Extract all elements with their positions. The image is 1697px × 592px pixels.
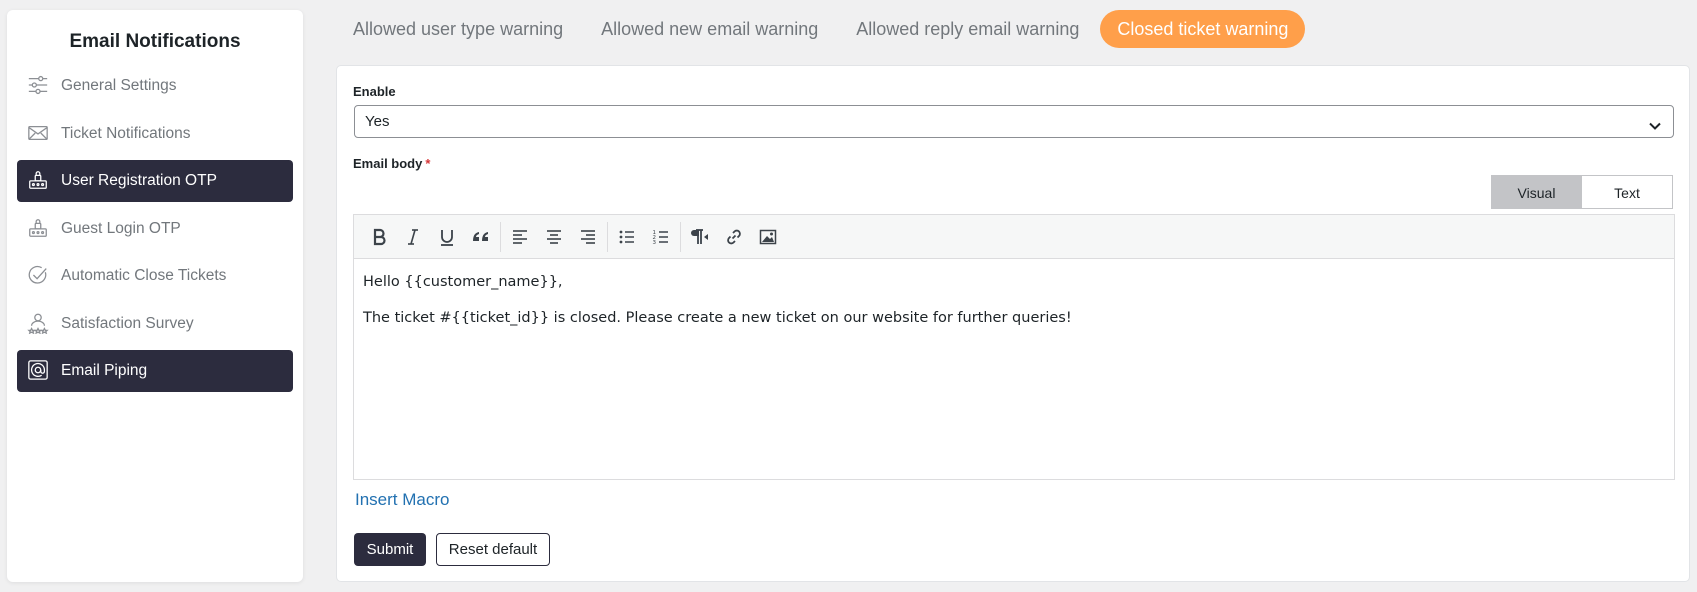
underline-icon[interactable] xyxy=(430,220,464,254)
italic-icon[interactable] xyxy=(396,220,430,254)
sidebar-item-user-registration-otp[interactable]: User Registration OTP xyxy=(17,160,293,202)
required-mark: * xyxy=(425,156,431,171)
sidebar: Email Notifications General Settings Tic… xyxy=(7,10,303,582)
body-line-greeting: Hello {{customer_name}}, xyxy=(363,274,563,290)
toolbar-divider xyxy=(680,221,681,252)
warning-tabs: Allowed user type warning Allowed new em… xyxy=(338,10,1309,48)
sidebar-item-label: Guest Login OTP xyxy=(61,219,181,237)
paragraph-rtl-icon[interactable] xyxy=(683,220,717,254)
align-right-icon[interactable] xyxy=(571,220,605,254)
tab-allowed-reply-email-warning[interactable]: Allowed reply email warning xyxy=(839,10,1096,48)
chevron-down-icon xyxy=(1647,114,1663,130)
tab-visual[interactable]: Visual xyxy=(1491,175,1582,209)
sidebar-item-label: Email Piping xyxy=(61,362,148,379)
sidebar-title: Email Notifications xyxy=(69,31,241,52)
tab-text[interactable]: Text xyxy=(1582,175,1673,209)
otp-icon xyxy=(27,217,51,241)
editor-toolbar: 123 xyxy=(354,215,1674,259)
sidebar-item-label: User Registration OTP xyxy=(61,172,217,189)
sidebar-item-ticket-notifications[interactable]: Ticket Notifications xyxy=(17,113,293,155)
submit-button[interactable]: Submit xyxy=(354,533,426,566)
blockquote-icon[interactable] xyxy=(464,220,498,254)
sidebar-menu: General Settings Ticket Notifications Us… xyxy=(7,65,303,392)
sliders-icon xyxy=(27,74,51,98)
enable-select[interactable]: Yes xyxy=(354,105,1674,138)
email-body-label: Email body * xyxy=(353,156,431,171)
tab-closed-ticket-warning[interactable]: Closed ticket warning xyxy=(1100,10,1306,48)
align-center-icon[interactable] xyxy=(537,220,571,254)
sidebar-item-label: Ticket Notifications xyxy=(61,124,191,142)
tab-allowed-user-type-warning[interactable]: Allowed user type warning xyxy=(338,10,580,48)
at-sign-icon xyxy=(27,359,51,383)
enable-label: Enable xyxy=(353,84,396,99)
user-stars-icon xyxy=(27,312,51,336)
editor-content[interactable]: Hello {{customer_name}}, The ticket #{{t… xyxy=(354,259,1674,359)
tab-allowed-new-email-warning[interactable]: Allowed new email warning xyxy=(584,10,835,48)
sidebar-item-email-piping[interactable]: Email Piping xyxy=(17,350,293,392)
align-left-icon[interactable] xyxy=(503,220,537,254)
svg-text:3: 3 xyxy=(653,240,657,246)
sidebar-item-label: Automatic Close Tickets xyxy=(61,267,227,284)
check-circle-icon xyxy=(27,264,51,288)
body-line-message: The ticket #{{ticket_id}} is closed. Ple… xyxy=(363,310,1072,326)
settings-panel: Enable Yes Email body * Visual Text 1 2 … xyxy=(336,65,1690,582)
enable-select-value: Yes xyxy=(365,113,390,130)
bullet-list-icon[interactable] xyxy=(610,220,644,254)
email-body-editor: 123 Hello {{customer_name}}, The ticket … xyxy=(353,214,1675,480)
sidebar-item-label: Satisfaction Survey xyxy=(61,314,194,332)
sidebar-item-automatic-close-tickets[interactable]: Automatic Close Tickets xyxy=(17,255,293,297)
envelope-icon xyxy=(27,122,51,146)
reset-default-button[interactable]: Reset default xyxy=(436,533,550,566)
toolbar-divider xyxy=(500,221,501,252)
editor-mode-tabs: Visual Text xyxy=(1491,175,1673,209)
insert-macro-link[interactable]: Insert Macro xyxy=(355,490,449,510)
sidebar-item-general-settings[interactable]: General Settings xyxy=(17,65,293,107)
bold-icon[interactable] xyxy=(362,220,396,254)
toolbar-divider xyxy=(607,221,608,252)
sidebar-item-satisfaction-survey[interactable]: Satisfaction Survey xyxy=(17,303,293,345)
link-icon[interactable] xyxy=(717,220,751,254)
otp-icon xyxy=(27,169,51,193)
sidebar-item-guest-login-otp[interactable]: Guest Login OTP xyxy=(17,208,293,250)
sidebar-item-label: General Settings xyxy=(61,77,177,94)
numbered-list-icon[interactable]: 123 xyxy=(644,220,678,254)
image-icon[interactable] xyxy=(751,220,785,254)
